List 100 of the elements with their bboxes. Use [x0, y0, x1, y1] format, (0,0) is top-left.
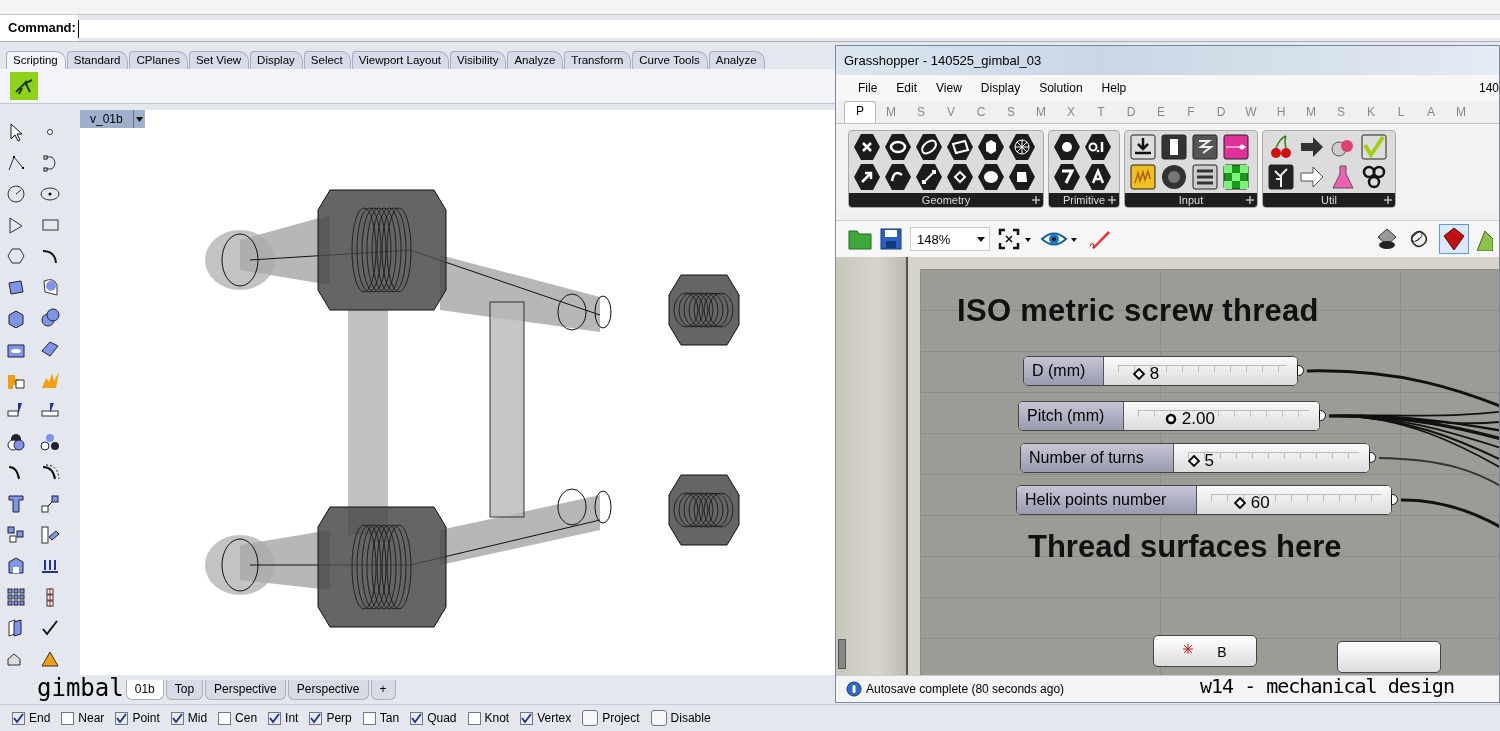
viewport-tab[interactable]: Perspective: [205, 680, 286, 701]
expand-icon[interactable]: [1108, 196, 1116, 204]
sphere-icon[interactable]: [40, 307, 60, 328]
menu-item[interactable]: File: [850, 81, 889, 95]
number-slider[interactable]: D (mm) 8: [1023, 356, 1298, 386]
menu-item[interactable]: View: [928, 81, 973, 95]
menu-item[interactable]: Display: [972, 81, 1032, 95]
block-icon[interactable]: [6, 555, 26, 576]
viewport-tab[interactable]: +: [370, 680, 396, 701]
boolean-icon[interactable]: [40, 431, 60, 452]
brep-icon[interactable]: [1008, 163, 1036, 191]
number-slider[interactable]: Number of turns 5: [1020, 443, 1370, 473]
component-tab[interactable]: P: [844, 101, 876, 123]
cylinder-icon[interactable]: [977, 163, 1005, 191]
slider-track[interactable]: 60: [1197, 486, 1391, 514]
download-icon[interactable]: [1129, 133, 1157, 161]
checkbox[interactable]: [520, 711, 534, 725]
close-icon[interactable]: [853, 133, 881, 161]
diamond-thumb-icon[interactable]: [1132, 368, 1145, 380]
component-node[interactable]: B: [1153, 635, 1257, 667]
rotate-icon[interactable]: [40, 524, 60, 545]
scrollbar-thumb[interactable]: [838, 639, 846, 669]
menu-item[interactable]: Solution: [1031, 81, 1094, 95]
gem-icon[interactable]: [1439, 224, 1469, 254]
expand-icon[interactable]: [1032, 196, 1040, 204]
number-slider[interactable]: Pitch (mm) 2.00: [1018, 401, 1320, 431]
checkmark-icon[interactable]: [1360, 133, 1388, 161]
toolbar-tab[interactable]: CPlanes: [129, 51, 188, 70]
toolbar-tab[interactable]: Display: [250, 51, 303, 70]
toggle-button[interactable]: [582, 710, 599, 727]
output-port[interactable]: [1369, 452, 1376, 463]
hexagon-icon[interactable]: [6, 245, 26, 266]
toolbar-tab[interactable]: Scripting: [6, 51, 66, 70]
toolbar-tab[interactable]: Transform: [564, 51, 632, 70]
toolbar-tab[interactable]: Visibility: [450, 51, 507, 70]
pen-icon[interactable]: [1088, 228, 1112, 250]
slider-track[interactable]: 2.00: [1124, 402, 1319, 430]
checker-icon[interactable]: [1222, 163, 1250, 191]
toolbar-tab[interactable]: Viewport Layout: [351, 51, 450, 70]
letter-icon[interactable]: [1084, 163, 1112, 191]
viewport-title[interactable]: v_01b: [80, 109, 133, 128]
expand-icon[interactable]: [1384, 196, 1392, 204]
plane-icon[interactable]: [946, 133, 974, 161]
output-port[interactable]: [1297, 365, 1304, 376]
checkbox[interactable]: [218, 711, 232, 725]
toolbar-tab[interactable]: Analyze: [708, 51, 765, 70]
circle-icon[interactable]: [6, 183, 26, 204]
diamond-thumb-icon[interactable]: [1233, 497, 1246, 509]
zoom-dropdown[interactable]: 148%: [910, 227, 990, 251]
curve-icon[interactable]: [884, 163, 912, 191]
toolbar-tab[interactable]: Set View: [188, 51, 250, 70]
cube-icon[interactable]: [977, 133, 1005, 161]
viewport[interactable]: v_01b: [80, 109, 835, 675]
number-icon[interactable]: [1084, 133, 1112, 161]
ring-icon[interactable]: [884, 133, 912, 161]
caret-icon[interactable]: [977, 236, 985, 242]
viewport-tab[interactable]: Top: [165, 680, 204, 701]
toolbar-tab[interactable]: Analyze: [507, 51, 564, 70]
toolbar-tab[interactable]: Select: [303, 51, 351, 70]
boolean-icon[interactable]: [6, 431, 26, 452]
line-icon[interactable]: [915, 163, 943, 191]
slider-icon[interactable]: [1222, 133, 1250, 161]
list-icon[interactable]: [1191, 163, 1219, 191]
preview-icon[interactable]: [1375, 227, 1399, 251]
slider-track[interactable]: 5: [1174, 444, 1369, 472]
graph-icon[interactable]: [1191, 133, 1219, 161]
component-node[interactable]: [1337, 641, 1441, 673]
checkbox[interactable]: [309, 711, 323, 725]
dial-icon[interactable]: [1160, 163, 1188, 191]
move-icon[interactable]: [40, 493, 60, 514]
mesh-icon[interactable]: [1008, 133, 1036, 161]
surface-icon[interactable]: [946, 163, 974, 191]
integer-icon[interactable]: [1053, 163, 1081, 191]
checkbox[interactable]: [362, 711, 376, 725]
cluster-icon[interactable]: [1360, 163, 1388, 191]
toggle-button[interactable]: [650, 710, 667, 727]
checkbox[interactable]: [12, 711, 25, 725]
expand-icon[interactable]: [1246, 196, 1254, 204]
tree-icon[interactable]: [1267, 163, 1295, 191]
arrow-icon[interactable]: [853, 163, 881, 191]
flask-icon[interactable]: [1329, 163, 1357, 191]
command-field[interactable]: [77, 19, 1500, 38]
output-port[interactable]: [1391, 494, 1398, 505]
checkbox[interactable]: [268, 711, 282, 725]
slider-track[interactable]: 8: [1104, 357, 1297, 385]
number-slider[interactable]: Helix points number 60: [1016, 485, 1392, 515]
round-thumb-icon[interactable]: [1164, 413, 1177, 425]
grasshopper-icon[interactable]: [10, 72, 38, 101]
toolbar-tab[interactable]: Standard: [66, 51, 129, 70]
viewport-tab[interactable]: Perspective: [287, 680, 369, 701]
checkbox[interactable]: [115, 711, 129, 725]
menu-item[interactable]: Edit: [888, 81, 929, 95]
toggle-icon[interactable]: [1160, 133, 1188, 161]
output-port[interactable]: [1319, 410, 1326, 421]
checkbox[interactable]: [410, 711, 424, 725]
menu-item[interactable]: Help: [1093, 81, 1138, 95]
folder-icon[interactable]: [848, 228, 872, 250]
diamond-thumb-icon[interactable]: [1187, 455, 1200, 467]
spiral-icon[interactable]: [915, 133, 943, 161]
surface-icon[interactable]: [40, 276, 60, 297]
